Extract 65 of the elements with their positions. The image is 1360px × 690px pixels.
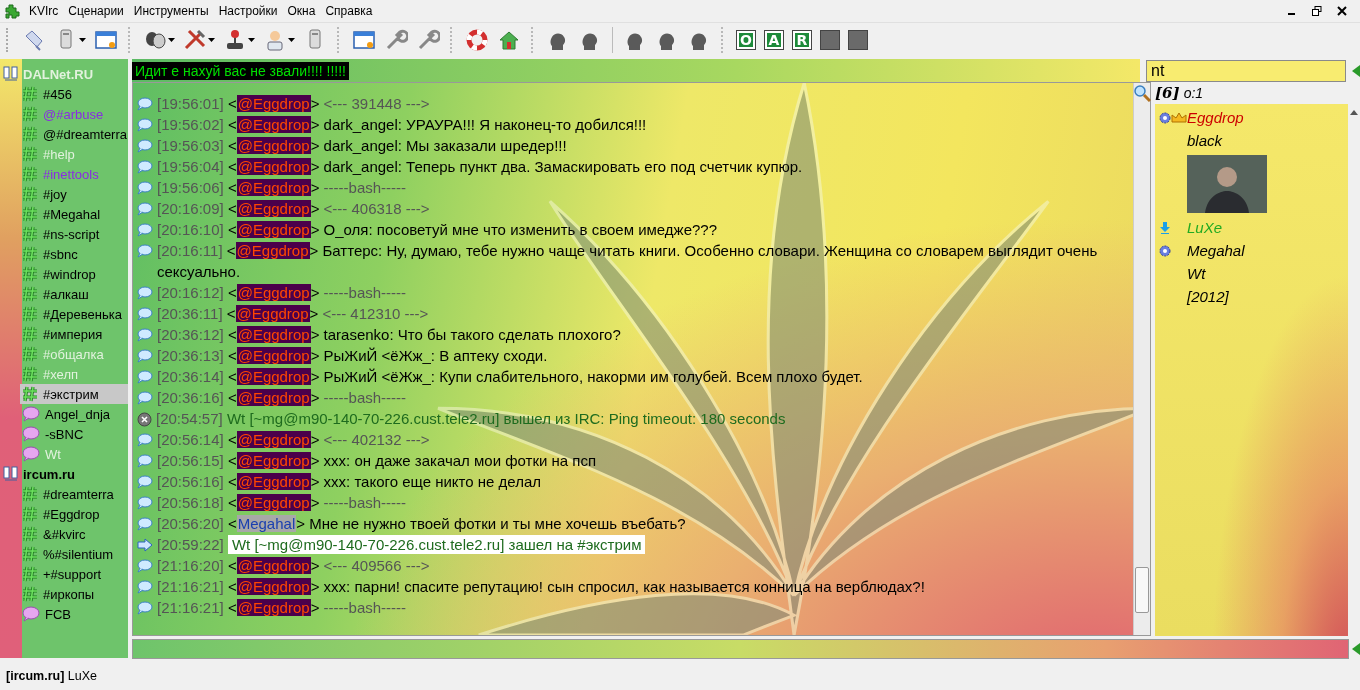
user-item[interactable]: Megahal: [1187, 242, 1245, 259]
tree-item[interactable]: FCB: [20, 604, 128, 624]
chat-message: [20:36:11] <@Eggdrop> <--- 412310 --->: [157, 304, 429, 324]
topic-text: Идит е нахуй вас не звали!!!! !!!!!: [132, 61, 349, 80]
search-field[interactable]: nt: [1146, 59, 1346, 82]
chat-message: [20:16:12] <@Eggdrop> -----bash-----: [157, 283, 407, 303]
tree-item[interactable]: #Деревенька: [20, 304, 128, 324]
chat-message: [20:16:11] <@Eggdrop> Баттерс: Ну, думаю, тебе нужно чаще читать книги. Особенно словари. Женщина со словарем выглядит очень сексуально.: [157, 241, 1099, 282]
chat-message: [19:56:02] <@Eggdrop> dark_angel: УРАУРА!!! Я наконец-то добился!!!: [157, 115, 647, 135]
tree-item[interactable]: #456: [20, 84, 128, 104]
op-count: o:1: [1183, 85, 1204, 101]
tree-item[interactable]: #Megahal: [20, 204, 128, 224]
mode-button[interactable]: O: [736, 30, 756, 50]
mode-button[interactable]: R: [792, 30, 812, 50]
tree-item[interactable]: #империя: [20, 324, 128, 344]
tree-item[interactable]: #иркопы: [20, 584, 128, 604]
chat-message: [20:36:13] <@Eggdrop> РыЖиЙ <ёЖж_: В аптеку сходи.: [157, 346, 548, 366]
chat-message: [20:56:14] <@Eggdrop> <--- 402132 --->: [157, 430, 430, 450]
quit-message: [20:54:57] Wt [~mg@m90-140-70-226.cust.tele2.ru] вышел из IRC: Ping timeout: 180 seconds: [156, 409, 786, 429]
chat-message: [21:16:21] <@Eggdrop> -----bash-----: [157, 598, 407, 618]
tree-item[interactable]: #экстрим: [20, 384, 128, 404]
chat-message: [20:36:12] <@Eggdrop> tarasenko: Что бы такого сделать плохого?: [157, 325, 621, 345]
chat-message: [21:16:20] <@Eggdrop> <--- 409566 --->: [157, 556, 430, 576]
chat-message: [20:16:10] <@Eggdrop> О_оля: посоветуй мне что изменить в своем имедже???: [157, 220, 718, 240]
user-count: [6]: [1155, 84, 1180, 102]
user-item[interactable]: [2012]: [1187, 288, 1229, 305]
chat-message: [20:56:16] <@Eggdrop> xxx: такого еще никто не делал: [157, 472, 542, 492]
chat-message: [20:36:14] <@Eggdrop> РыЖиЙ <ёЖж_: Купи слабительного, накорми им голубей. Всем плохо будет.: [157, 367, 863, 387]
tree-item[interactable]: #ns-script: [20, 224, 128, 244]
tree-item[interactable]: #windrop: [20, 264, 128, 284]
user-item[interactable]: black: [1187, 132, 1223, 149]
app-menu[interactable]: KVIrc: [24, 4, 64, 18]
tree-item[interactable]: +#support: [20, 564, 128, 584]
status-text: [ircum.ru] LuXe: [6, 669, 97, 683]
chat-message: [19:56:04] <@Eggdrop> dark_angel: Теперь пункт два. Замаскировать его под счетчик купюр.: [157, 157, 803, 177]
tree-item[interactable]: #Eggdrop: [20, 504, 128, 524]
chat-message: [20:56:15] <@Eggdrop> xxx: он даже закачал мои фотки на псп: [157, 451, 597, 471]
tree-item[interactable]: #sbnc: [20, 244, 128, 264]
join-message: [20:59:22] Wt [~mg@m90-140-70-226.cust.tele2.ru] зашел на #экстрим: [157, 534, 646, 555]
tree-item[interactable]: #joy: [20, 184, 128, 204]
chat-message: [19:56:03] <@Eggdrop> dark_angel: Мы заказали шредер!!!: [157, 136, 567, 156]
menu-item[interactable]: Справка: [320, 4, 378, 18]
tree-item[interactable]: &#kvirc: [20, 524, 128, 544]
tree-item[interactable]: @#dreamterra: [20, 124, 128, 144]
mode-button[interactable]: A: [764, 30, 784, 50]
tree-item[interactable]: #dreamterra: [20, 484, 128, 504]
chat-message: [20:56:20] <Megahal> Мне не нужно твоей фотки и ты мне хочешь въебать?: [157, 514, 686, 534]
chat-message: [19:56:06] <@Eggdrop> -----bash-----: [157, 178, 407, 198]
tree-item[interactable]: -sBNC: [20, 424, 128, 444]
menu-item[interactable]: Сценарии: [63, 4, 129, 18]
user-item[interactable]: Eggdrop: [1187, 109, 1244, 126]
chat-message: [20:36:16] <@Eggdrop> -----bash-----: [157, 388, 407, 408]
menu-item[interactable]: Настройки: [213, 4, 283, 18]
chat-message: [20:56:18] <@Eggdrop> -----bash-----: [157, 493, 407, 513]
chat-message: [20:16:09] <@Eggdrop> <--- 406318 --->: [157, 199, 430, 219]
menu-item[interactable]: Окна: [282, 4, 321, 18]
tree-item[interactable]: %#silentium: [20, 544, 128, 564]
tree-item[interactable]: #алкаш: [20, 284, 128, 304]
topic-bar[interactable]: Идит е нахуй вас не звали!!!! !!!!!: [132, 59, 1140, 82]
user-item[interactable]: Wt: [1187, 265, 1206, 282]
chat-message: [21:16:21] <@Eggdrop> xxx: парни! спасите репутацию! сын спросил, как называется конница на верблюдах?!: [157, 577, 925, 597]
chat-message: [19:56:01] <@Eggdrop> <--- 391448 --->: [157, 94, 430, 114]
menu-item[interactable]: Инструменты: [128, 4, 214, 18]
network-item[interactable]: ircum.ru: [23, 466, 75, 482]
tree-item[interactable]: Angel_dnja: [20, 404, 128, 424]
